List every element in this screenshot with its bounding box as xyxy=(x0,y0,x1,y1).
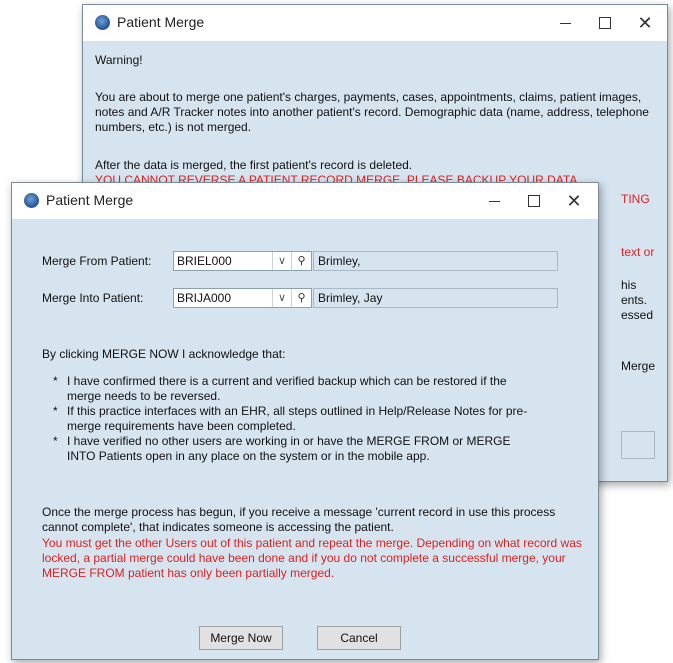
warning-paragraph: You are about to merge one patient's cha… xyxy=(95,90,649,134)
merge-into-label: Merge Into Patient: xyxy=(42,291,144,305)
bullet-star: * xyxy=(53,404,58,418)
front-window-body: Merge From Patient: ∨ ⚲ Brimley, Merge I… xyxy=(12,219,598,659)
search-icon[interactable]: ⚲ xyxy=(291,289,311,307)
close-icon: ✕ xyxy=(637,13,653,33)
search-icon[interactable]: ⚲ xyxy=(291,252,311,270)
front-window-title: Patient Merge xyxy=(46,192,134,208)
minimize-button[interactable] xyxy=(474,187,514,215)
process-note: Once the merge process has begun, if you… xyxy=(42,505,556,534)
back-window-titlebar[interactable]: Patient Merge ✕ xyxy=(83,5,667,41)
maximize-button[interactable] xyxy=(585,9,625,37)
back-fragment-1: TING xyxy=(621,192,650,206)
acknowledge-list: * I have confirmed there is a current and… xyxy=(53,374,533,464)
back-window-field[interactable] xyxy=(621,431,655,459)
front-window: Patient Merge ✕ Merge From Patient: ∨ ⚲ … xyxy=(11,182,599,660)
merge-now-button[interactable]: Merge Now xyxy=(199,626,283,650)
minimize-icon xyxy=(488,200,500,202)
bullet-star: * xyxy=(53,434,58,448)
partial-merge-warning: You must get the other Users out of this… xyxy=(42,536,582,580)
back-fragment-6: Merge xyxy=(621,359,656,373)
minimize-button[interactable] xyxy=(545,9,585,37)
back-fragment-3: his xyxy=(621,278,637,292)
warning-heading: Warning! xyxy=(95,53,143,67)
maximize-icon xyxy=(528,195,540,208)
maximize-button[interactable] xyxy=(514,187,554,215)
acknowledge-intro: By clicking MERGE NOW I acknowledge that… xyxy=(42,347,286,361)
list-item: * I have verified no other users are work… xyxy=(53,434,511,463)
merge-from-input[interactable] xyxy=(177,254,263,268)
merge-from-name: Brimley, xyxy=(313,251,558,271)
list-item: * If this practice interfaces with an EHR… xyxy=(53,404,528,433)
back-fragment-5: essed xyxy=(621,308,654,322)
merge-into-combo[interactable]: ∨ ⚲ xyxy=(173,288,312,308)
bullet-star: * xyxy=(53,374,58,388)
chevron-down-icon[interactable]: ∨ xyxy=(272,289,291,307)
front-window-titlebar[interactable]: Patient Merge ✕ xyxy=(12,183,598,219)
app-logo-icon xyxy=(95,15,110,30)
deleted-line: After the data is merged, the first pati… xyxy=(95,158,413,172)
cancel-button[interactable]: Cancel xyxy=(317,626,401,650)
list-item: * I have confirmed there is a current and… xyxy=(53,374,507,403)
merge-from-label: Merge From Patient: xyxy=(42,254,152,268)
merge-into-name: Brimley, Jay xyxy=(313,288,558,308)
back-window-title: Patient Merge xyxy=(117,14,205,30)
maximize-icon xyxy=(599,17,611,30)
merge-into-input[interactable] xyxy=(177,291,263,305)
app-logo-icon xyxy=(24,193,39,208)
chevron-down-icon[interactable]: ∨ xyxy=(272,252,291,270)
back-fragment-2: text or xyxy=(621,245,655,259)
back-fragment-4: ents. xyxy=(621,293,648,307)
minimize-icon xyxy=(559,22,571,24)
close-icon: ✕ xyxy=(566,191,582,211)
merge-from-combo[interactable]: ∨ ⚲ xyxy=(173,251,312,271)
close-button[interactable]: ✕ xyxy=(625,9,665,37)
close-button[interactable]: ✕ xyxy=(554,187,594,215)
